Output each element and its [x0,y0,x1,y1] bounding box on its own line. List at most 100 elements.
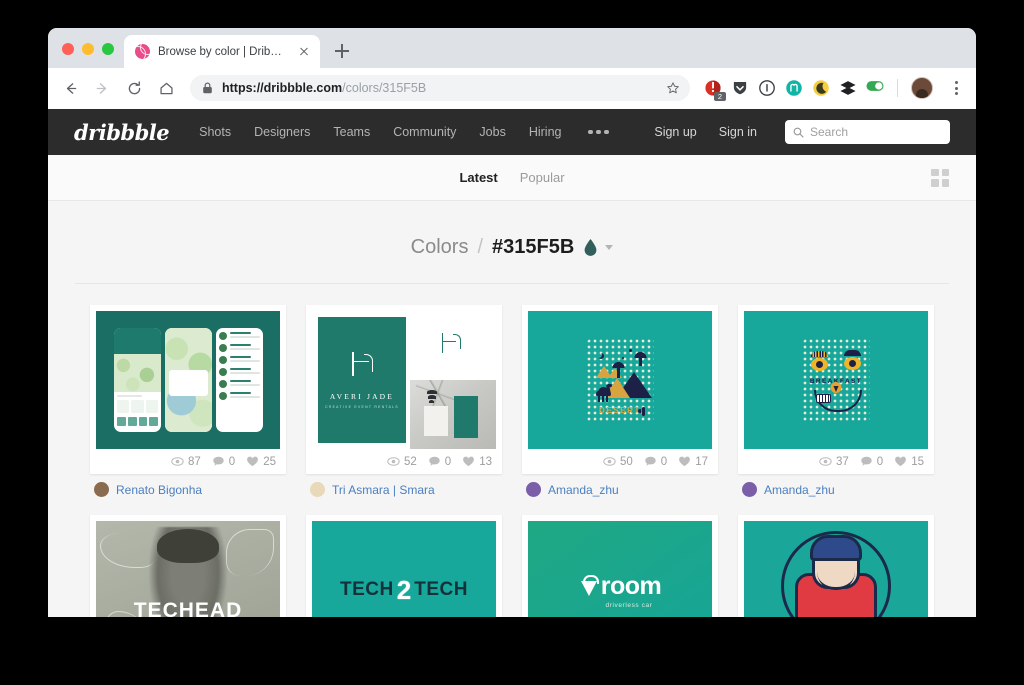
shot-thumbnail[interactable]: БЕСПЛАТНО [744,521,928,617]
views-stat: 87 [171,455,201,468]
reload-icon[interactable] [120,74,148,102]
heart-icon [463,456,475,467]
minimize-window-button[interactable] [82,43,94,55]
site-navigation-bar: dribbble Shots Designers Teams Community… [48,109,976,155]
adblock-extension-icon[interactable]: 2 [704,79,726,101]
author-name-link[interactable]: Renato Bigonha [116,483,202,497]
grid-view-icon[interactable] [931,168,949,187]
artwork-subtitle: driverless car [605,601,653,609]
views-stat: 50 [603,455,633,468]
sign-in-link[interactable]: Sign in [719,125,757,139]
ellipsis-icon[interactable] [588,129,609,135]
toggle-extension-icon[interactable] [866,79,884,97]
shot-card[interactable]: TECH 2 TECH [306,515,502,617]
shot-card[interactable]: AVERI JADE CREATIVE EVENT RENTALS 52 0 1… [306,305,502,474]
home-icon[interactable] [152,74,180,102]
shot-card[interactable]: DESERT 50 0 17 [522,305,718,474]
shield-extension-icon[interactable] [731,79,749,97]
breadcrumb-colors-link[interactable]: Colors [411,236,469,259]
page-title: Colors / #315F5B [48,201,976,259]
search-input[interactable]: Search [785,120,950,144]
avatar[interactable] [310,482,325,497]
comment-icon [213,456,224,466]
shot-card-cell: DESERT 50 0 17 Amanda_zhu [522,305,718,497]
shot-thumbnail[interactable]: DESERT [528,311,712,449]
comments-count: 0 [228,455,236,468]
shots-grid: 87 0 25 Renato Bigonha AVERI JADE CREATI… [48,284,976,617]
extension-toolbar: 2 [696,77,966,101]
comments-count: 0 [660,455,668,468]
info-extension-icon[interactable] [758,79,776,97]
location-pin-icon [579,574,599,598]
teal-circle-extension-icon[interactable] [785,79,803,97]
views-stat: 52 [387,455,417,468]
shot-thumbnail[interactable]: AVERI JADE CREATIVE EVENT RENTALS [312,311,496,449]
dribbble-favicon-icon [135,44,150,59]
tab-latest[interactable]: Latest [459,170,497,185]
stamp-label: DESERT [598,406,642,415]
author-name-link[interactable]: Amanda_zhu [764,483,835,497]
close-window-button[interactable] [62,43,74,55]
bookmark-star-icon[interactable] [666,81,680,95]
sub-navigation-bar: Latest Popular [48,155,976,201]
avatar[interactable] [94,482,109,497]
maximize-window-button[interactable] [102,43,114,55]
travel-app-artwork [96,311,280,449]
shot-card[interactable]: room driverless car [522,515,718,617]
likes-stat: 25 [246,455,276,468]
shot-author: Renato Bigonha [90,474,286,497]
shot-stats: 37 0 15 [744,449,928,474]
heart-icon [895,456,907,467]
breadcrumb-separator: / [477,236,484,258]
shot-card[interactable]: 87 0 25 [90,305,286,474]
techead-artwork: TECHEAD TYPEFACE [96,521,280,617]
nav-link-teams[interactable]: Teams [333,125,370,139]
author-name-link[interactable]: Tri Asmara | Smara [332,483,435,497]
avatar[interactable] [742,482,757,497]
tab-popular[interactable]: Popular [520,170,565,185]
sign-up-link[interactable]: Sign up [654,125,696,139]
comments-stat: 0 [860,455,883,468]
shot-card[interactable]: БЕСПЛАТНО [738,515,934,617]
comment-icon [429,456,440,466]
shot-card-cell: TECH 2 TECH [306,515,502,617]
nav-link-shots[interactable]: Shots [199,125,231,139]
shot-thumbnail[interactable]: BREAKFAST [744,311,928,449]
author-name-link[interactable]: Amanda_zhu [548,483,619,497]
likes-count: 17 [695,455,708,468]
browser-tab[interactable]: Browse by color | Dribbble [124,35,320,68]
shot-thumbnail[interactable]: room driverless car [528,521,712,617]
shot-thumbnail[interactable]: TECH 2 TECH [312,521,496,617]
artwork-word-center: 2 [396,574,412,605]
likes-stat: 15 [894,455,924,468]
nav-link-community[interactable]: Community [393,125,456,139]
profile-avatar[interactable] [911,77,933,99]
tech2tech-artwork: TECH 2 TECH [312,521,496,617]
shot-card[interactable]: TECHEAD TYPEFACE [90,515,286,617]
new-tab-button[interactable] [328,37,356,65]
likes-stat: 13 [462,455,492,468]
address-bar[interactable]: https://dribbble.com/colors/315F5B [190,75,690,101]
nav-link-hiring[interactable]: Hiring [529,125,562,139]
eye-icon [387,457,400,466]
views-count: 37 [836,455,849,468]
comment-icon [861,456,872,466]
views-count: 50 [620,455,633,468]
layers-extension-icon[interactable] [839,79,857,97]
close-tab-icon[interactable] [296,44,312,60]
shot-thumbnail[interactable] [96,311,280,449]
dribbble-logo[interactable]: dribbble [74,120,170,145]
shot-thumbnail[interactable]: TECHEAD TYPEFACE [96,521,280,617]
window-traffic-lights [48,43,124,68]
browser-tab-title: Browse by color | Dribbble [158,45,288,58]
moon-extension-icon[interactable] [812,79,830,97]
nav-link-jobs[interactable]: Jobs [479,125,505,139]
three-dot-menu-icon[interactable] [946,78,966,98]
shot-card[interactable]: BREAKFAST 37 [738,305,934,474]
eye-icon [171,457,184,466]
avatar[interactable] [526,482,541,497]
nav-link-designers[interactable]: Designers [254,125,310,139]
forward-arrow-icon[interactable] [88,74,116,102]
back-arrow-icon[interactable] [56,74,84,102]
chevron-down-icon[interactable] [605,245,614,250]
